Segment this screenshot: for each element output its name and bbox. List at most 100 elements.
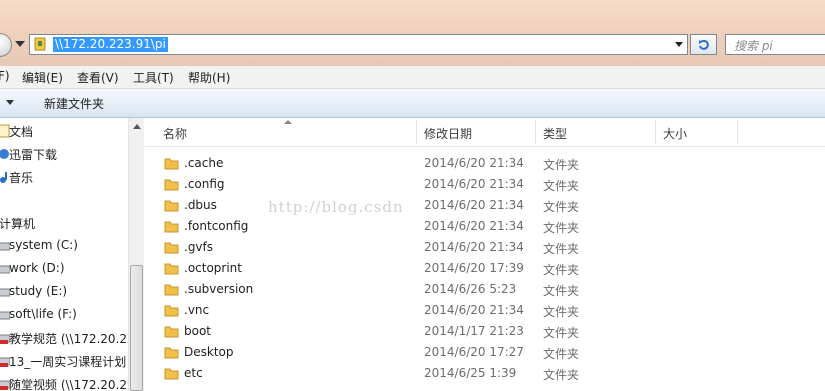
folder-icon	[164, 284, 179, 296]
address-bar-area: \\172.20.223.91\pi 搜索 pi	[0, 0, 825, 66]
file-type: 文件夹	[543, 179, 580, 193]
file-name: .dbus	[184, 198, 217, 212]
refresh-icon	[698, 39, 709, 50]
column-date[interactable]: 修改日期	[424, 125, 472, 142]
nav-item-drive-c[interactable]: system (C:)	[0, 236, 128, 256]
nav-item-label: 教学规范 (\\172.20.22	[9, 332, 128, 346]
folder-icon	[164, 179, 179, 191]
nav-item-network-drive[interactable]: 13_一周实习课程计划	[0, 351, 128, 371]
file-name: etc	[184, 366, 203, 380]
menu-view[interactable]: 查看(V)	[77, 69, 119, 86]
nav-item-thunder-downloads[interactable]: 迅雷下载	[0, 144, 128, 164]
file-type: 文件夹	[543, 158, 580, 172]
folder-icon	[164, 200, 179, 212]
menu-edit[interactable]: 编辑(E)	[22, 69, 63, 86]
nav-item-computer[interactable]: 计算机	[0, 213, 128, 233]
file-date: 2014/6/20 21:34	[424, 303, 524, 317]
file-type: 文件夹	[543, 221, 580, 235]
folder-icon	[164, 221, 179, 233]
file-type: 文件夹	[543, 242, 580, 256]
nav-item-drive-f[interactable]: soft\life (F:)	[0, 305, 128, 325]
file-name: .subversion	[184, 282, 254, 296]
file-date: 2014/6/20 21:34	[424, 177, 524, 191]
nav-item-documents[interactable]: 文档	[0, 121, 128, 141]
file-row[interactable]: .cache 2014/6/20 21:34 文件夹	[145, 153, 825, 174]
file-name: Desktop	[184, 345, 234, 359]
sort-ascending-icon	[284, 120, 292, 124]
column-divider[interactable]	[655, 120, 656, 144]
back-button[interactable]	[0, 33, 12, 57]
file-type: 文件夹	[543, 368, 580, 382]
nav-item-network-drive[interactable]: 随堂视频 (\\172.20.22	[0, 374, 128, 391]
file-list: 名称 修改日期 类型 大小 .cache 2014/6/20 21:34 文件夹…	[145, 118, 825, 391]
file-row[interactable]: .vnc 2014/6/20 21:34 文件夹	[145, 300, 825, 321]
column-divider[interactable]	[416, 120, 417, 144]
nav-item-label: 随堂视频 (\\172.20.22	[9, 378, 128, 391]
file-type: 文件夹	[543, 326, 580, 340]
file-name: .vnc	[184, 303, 210, 317]
folder-icon	[164, 158, 179, 170]
watermark-text: http://blog.csdn	[268, 198, 404, 216]
address-path-text: \\172.20.223.91\pi	[53, 37, 168, 52]
file-row[interactable]: .dbus 2014/6/20 21:34 文件夹	[145, 195, 825, 216]
file-row[interactable]: boot 2014/1/17 21:23 文件夹	[145, 321, 825, 342]
folder-icon	[164, 347, 179, 359]
file-row[interactable]: etc 2014/6/25 1:39 文件夹	[145, 363, 825, 384]
file-name: .config	[184, 177, 225, 191]
menu-help[interactable]: 帮助(H)	[188, 69, 230, 86]
file-type: 文件夹	[543, 347, 580, 361]
file-date: 2014/6/26 5:23	[424, 282, 517, 296]
nav-item-label: system (C:)	[9, 238, 78, 252]
nav-item-label: 迅雷下载	[9, 148, 58, 162]
search-placeholder: 搜索 pi	[734, 39, 773, 53]
column-header: 名称 修改日期 类型 大小	[145, 118, 825, 147]
file-row[interactable]: Desktop 2014/6/20 17:27 文件夹	[145, 342, 825, 363]
nav-item-music[interactable]: 音乐	[0, 167, 128, 187]
file-date: 2014/6/20 17:39	[424, 261, 524, 275]
recent-pages-dropdown-icon[interactable]	[15, 41, 25, 47]
folder-icon	[164, 326, 179, 338]
nav-item-drive-e[interactable]: study (E:)	[0, 282, 128, 302]
navigation-pane: 文档 迅雷下载 音乐 计算机 system (C:) work (D:) stu…	[0, 118, 128, 391]
nav-item-label: work (D:)	[9, 261, 65, 275]
file-row[interactable]: .octoprint 2014/6/20 17:39 文件夹	[145, 258, 825, 279]
nav-item-drive-d[interactable]: work (D:)	[0, 259, 128, 279]
column-type[interactable]: 类型	[543, 125, 567, 142]
scroll-thumb[interactable]	[130, 265, 143, 391]
column-name[interactable]: 名称	[163, 125, 187, 142]
organize-dropdown-icon[interactable]	[6, 100, 14, 105]
folder-icon	[164, 263, 179, 275]
new-folder-button[interactable]: 新建文件夹	[44, 95, 104, 112]
refresh-button[interactable]	[690, 34, 717, 55]
nav-scrollbar[interactable]	[128, 118, 144, 391]
menu-file[interactable]: F)	[0, 69, 10, 83]
file-row[interactable]: .fontconfig 2014/6/20 21:34 文件夹	[145, 216, 825, 237]
file-row[interactable]: .config 2014/6/20 21:34 文件夹	[145, 174, 825, 195]
file-date: 2014/6/20 21:34	[424, 198, 524, 212]
file-name: boot	[184, 324, 212, 338]
nav-item-label: 音乐	[9, 171, 34, 185]
file-type: 文件夹	[543, 263, 580, 277]
column-divider[interactable]	[737, 120, 738, 144]
address-dropdown-icon[interactable]	[675, 42, 683, 47]
nav-item-network-drive[interactable]: 教学规范 (\\172.20.22	[0, 328, 128, 348]
file-date: 2014/6/20 21:34	[424, 156, 524, 170]
search-input[interactable]: 搜索 pi	[725, 34, 825, 55]
file-type: 文件夹	[543, 305, 580, 319]
file-date: 2014/6/25 1:39	[424, 366, 517, 380]
folder-icon	[164, 242, 179, 254]
scroll-up-icon[interactable]	[133, 124, 141, 129]
column-size[interactable]: 大小	[663, 125, 687, 142]
file-date: 2014/6/20 21:34	[424, 240, 524, 254]
folder-icon	[164, 305, 179, 317]
column-divider[interactable]	[535, 120, 536, 144]
nav-item-label: 文档	[9, 125, 34, 139]
command-toolbar: 新建文件夹	[0, 89, 825, 118]
file-row[interactable]: .subversion 2014/6/26 5:23 文件夹	[145, 279, 825, 300]
address-field[interactable]: \\172.20.223.91\pi	[29, 34, 688, 55]
file-name: .cache	[184, 156, 224, 170]
menu-tools[interactable]: 工具(T)	[133, 69, 174, 86]
file-date: 2014/6/20 21:34	[424, 219, 524, 233]
file-row[interactable]: .gvfs 2014/6/20 21:34 文件夹	[145, 237, 825, 258]
file-type: 文件夹	[543, 284, 580, 298]
